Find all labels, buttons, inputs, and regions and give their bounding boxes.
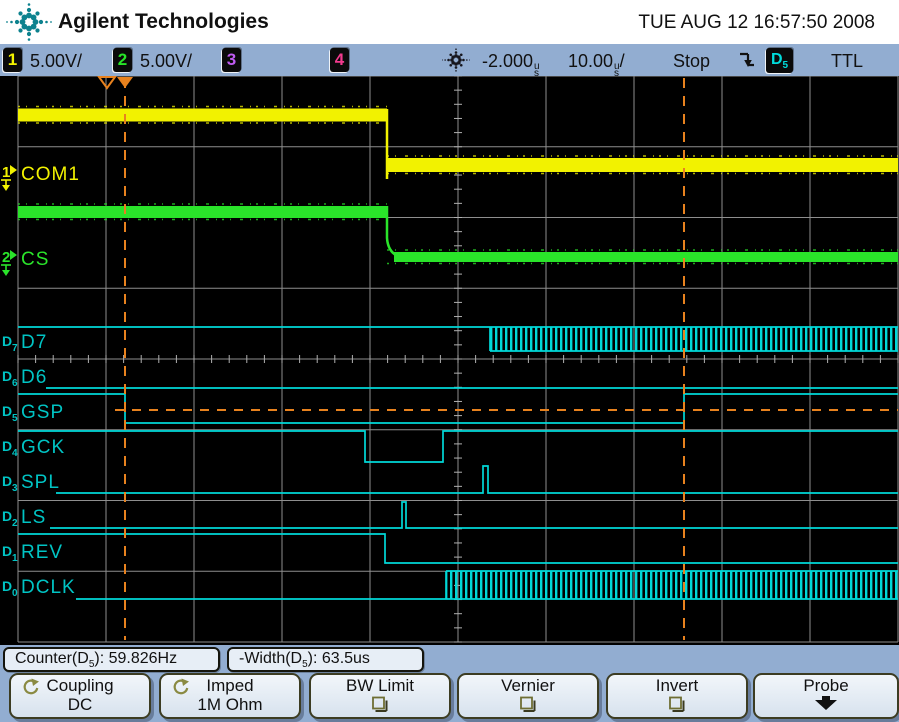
svg-text:D: D (2, 368, 12, 384)
oscilloscope-screen: Agilent Technologies TUE AUG 12 16:57:50… (0, 0, 899, 722)
softkey-value: 1M Ohm (197, 695, 262, 714)
ch2-badge: 2 (113, 48, 132, 72)
channel-label-GSP: GSP (21, 402, 64, 423)
channel-label-CS: CS (21, 249, 49, 270)
datetime-readout: TUE AUG 12 16:57:50 2008 (638, 12, 875, 34)
bus-label-D1: D1 (2, 543, 18, 564)
svg-text:5: 5 (12, 413, 18, 424)
svg-text:7: 7 (12, 343, 18, 354)
width-measurement-pill: -Width(D5): 63.5us (227, 647, 424, 672)
softkey-label: Probe (803, 676, 848, 695)
svg-text:D: D (2, 578, 12, 594)
softkey-label: Coupling (46, 676, 113, 695)
agilent-spark-icon (6, 1, 54, 43)
svg-text:D: D (2, 333, 12, 349)
svg-text:D: D (2, 403, 12, 419)
svg-text:3: 3 (12, 483, 18, 494)
svg-text:D: D (2, 508, 12, 524)
timebase-readout: 10.00us/ (568, 51, 625, 77)
softkey-label: Imped (206, 676, 253, 695)
trigger-marker-hollow (99, 77, 115, 88)
svg-text:D: D (2, 438, 12, 454)
trace-SPL (56, 466, 898, 493)
channel-label-GCK: GCK (21, 437, 65, 458)
arrow-down-icon (809, 696, 843, 712)
channel-label-COM1: COM1 (21, 164, 80, 185)
bus-label-D6: D6 (2, 368, 18, 389)
ch1-badge: 1 (3, 48, 22, 72)
channel-label-DCLK: DCLK (21, 577, 76, 598)
checkbox-icon (518, 696, 538, 713)
softkey-probe[interactable]: Probe (753, 673, 899, 719)
ch1-scale: 5.00V/ (30, 51, 82, 72)
softkey-impedance[interactable]: Imped 1M Ohm (159, 673, 301, 719)
checkbox-icon (370, 696, 390, 713)
softkey-vernier[interactable]: Vernier (457, 673, 599, 719)
trace-DCLK (76, 571, 898, 599)
bus-label-D2: D2 (2, 508, 18, 529)
svg-text:0: 0 (12, 588, 18, 599)
svg-text:6: 6 (12, 378, 18, 389)
svg-text:D: D (2, 473, 12, 489)
ch2-scale: 5.00V/ (140, 51, 192, 72)
trigger-level: TTL (831, 51, 863, 72)
ground-marker-ch2: 2 (1, 249, 17, 276)
rotate-knob-icon (169, 677, 191, 696)
channel-label-REV: REV (21, 542, 63, 563)
softkey-label: Vernier (501, 676, 555, 695)
bus-label-D7: D7 (2, 333, 18, 354)
header: Agilent Technologies TUE AUG 12 16:57:50… (0, 0, 899, 44)
svg-text:2: 2 (2, 249, 10, 266)
trace-LS (50, 502, 898, 528)
bus-label-D5: D5 (2, 403, 18, 424)
waveform-display: 1COM12CSD7D7D6D6D5GSPD4GCKD3SPLD2LSD1REV… (0, 76, 899, 645)
softkey-invert[interactable]: Invert (606, 673, 748, 719)
bus-label-D4: D4 (2, 438, 18, 459)
softkey-bw-limit[interactable]: BW Limit (309, 673, 451, 719)
channel-label-SPL: SPL (21, 472, 60, 493)
ground-marker-ch1: 1 (1, 164, 17, 191)
softkey-label: Invert (656, 676, 699, 695)
svg-text:1: 1 (2, 164, 10, 181)
bottom-panel: Counter(D5): 59.826Hz -Width(D5): 63.5us… (0, 645, 899, 722)
acquisition-spark-icon (442, 47, 470, 74)
checkbox-icon (667, 696, 687, 713)
rotate-knob-icon (19, 677, 41, 696)
svg-text:4: 4 (12, 448, 18, 459)
svg-text:2: 2 (12, 518, 18, 529)
trigger-falling-edge-icon (737, 49, 757, 71)
delay-readout: -2.000us (482, 51, 540, 77)
svg-text:D: D (2, 543, 12, 559)
ch3-badge: 3 (222, 48, 241, 72)
softkey-value: DC (68, 695, 93, 714)
scope-graticule: 1COM12CSD7D7D6D6D5GSPD4GCKD3SPLD2LSD1REV… (0, 76, 899, 645)
channel-label-D7: D7 (21, 332, 47, 353)
channel-label-D6: D6 (21, 367, 47, 388)
brand-title: Agilent Technologies (58, 10, 269, 34)
svg-text:1: 1 (12, 553, 18, 564)
softkey-label: BW Limit (346, 676, 414, 695)
softkey-coupling[interactable]: Coupling DC (9, 673, 151, 719)
counter-measurement-pill: Counter(D5): 59.826Hz (3, 647, 220, 672)
trigger-source-badge: D5 (766, 48, 793, 73)
bus-label-D0: D0 (2, 578, 18, 599)
status-bar: 1 5.00V/ 2 5.00V/ 3 4 -2.000us 10.00us/ … (0, 44, 899, 76)
trigger-marker-solid (117, 77, 133, 88)
run-state: Stop (673, 51, 710, 72)
ch4-badge: 4 (330, 48, 349, 72)
channel-label-LS: LS (21, 507, 46, 528)
bus-label-D3: D3 (2, 473, 18, 494)
